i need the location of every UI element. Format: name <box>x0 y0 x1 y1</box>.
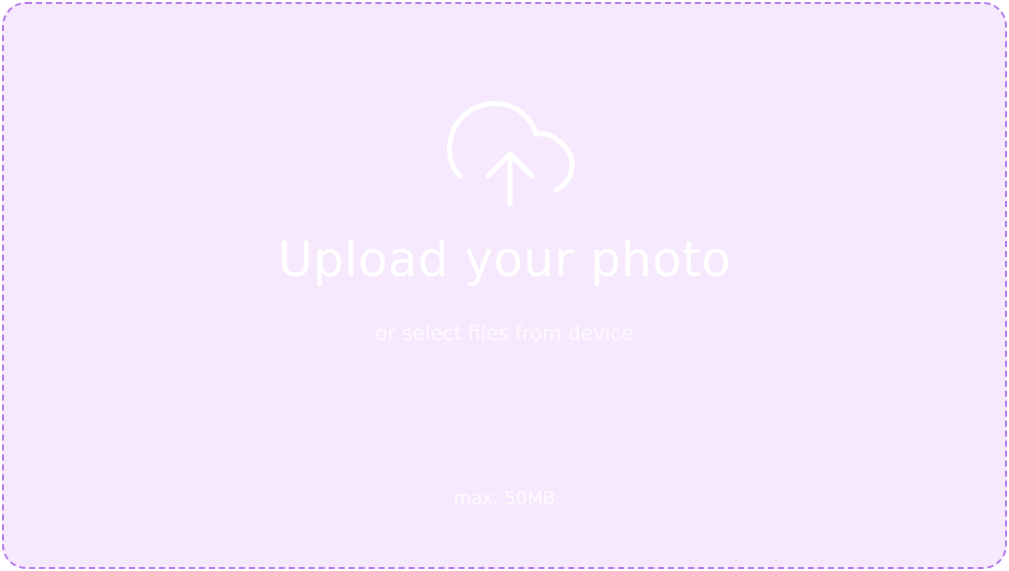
upload-title: Upload your photo <box>277 232 732 288</box>
upload-dropzone[interactable]: Upload your photo or select files from d… <box>2 2 1007 569</box>
cloud-upload-icon <box>442 98 578 208</box>
file-size-limit: max. 50MB <box>453 488 556 509</box>
select-files-link[interactable]: or select files from device <box>4 321 1005 345</box>
